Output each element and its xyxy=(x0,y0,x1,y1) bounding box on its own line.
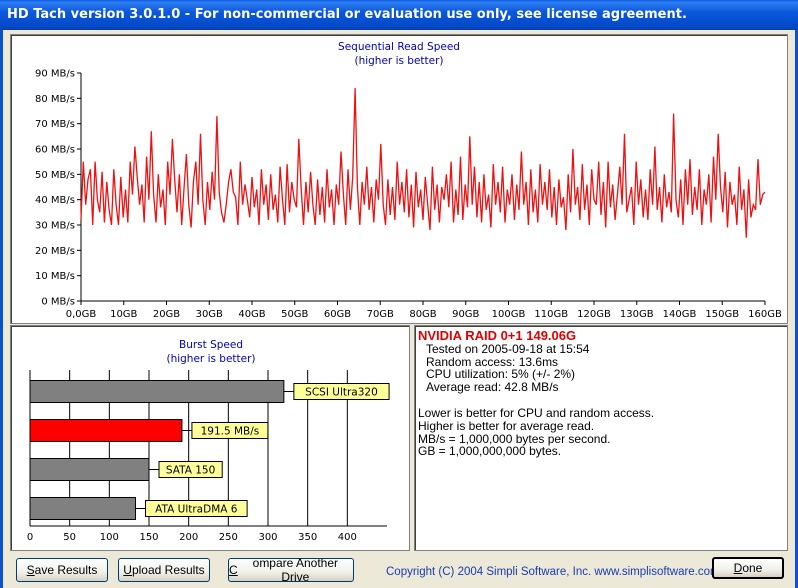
seq-x-tick-label: 90GB xyxy=(452,309,479,320)
done-label: one xyxy=(742,561,763,575)
burst-bar-label: SATA 150 xyxy=(166,465,215,477)
save-mnemonic: S xyxy=(26,563,35,577)
burst-speed-chart: Burst Speed (higher is better) 0 50 100 150… xyxy=(27,339,390,543)
seq-y-tick-label: 50 MB/s xyxy=(35,170,75,181)
burst-chart-subtitle: (higher is better) xyxy=(166,353,255,365)
burst-x-tick-label: 350 xyxy=(298,532,317,543)
seq-y-tick-label: 0 MB/s xyxy=(41,297,75,308)
burst-bar xyxy=(29,458,150,481)
drive-name: NVIDIA RAID 0+1 149.06G xyxy=(418,328,577,343)
seq-y-tick-label: 70 MB/s xyxy=(35,119,75,130)
burst-chart-panel: Burst Speed (higher is better) 0 50 100 150… xyxy=(10,325,410,551)
seq-x-tick-label: 120GB xyxy=(577,309,611,320)
seq-chart-subtitle: (higher is better) xyxy=(354,55,443,67)
note-avg: Higher is better for average read. xyxy=(418,418,595,433)
seq-x-tick-label: 100GB xyxy=(492,309,526,320)
seq-x-tick-label: 110GB xyxy=(534,309,568,320)
seq-x-tick-label: 50GB xyxy=(281,309,308,320)
burst-bar-label: 191.5 MB/s xyxy=(201,426,260,438)
drive-info: NVIDIA RAID 0+1 149.06G Tested on 2005-0… xyxy=(418,328,655,459)
seq-y-tick-label: 60 MB/s xyxy=(35,145,75,156)
seq-y-tick-label: 40 MB/s xyxy=(35,195,75,206)
burst-bar xyxy=(29,419,183,442)
done-mnemonic: D xyxy=(733,561,743,575)
seq-x-tick-label: 80GB xyxy=(409,309,436,320)
burst-x-tick-label: 400 xyxy=(338,532,357,543)
burst-x-tick-label: 200 xyxy=(179,532,198,543)
seq-x-tick-label: 160GB xyxy=(748,309,782,320)
burst-bar-label: SCSI Ultra320 xyxy=(305,387,378,399)
seq-read-series-line xyxy=(80,88,766,238)
seq-x-tick-label: 130GB xyxy=(620,309,654,320)
compare-drive-button[interactable]: Compare Another Drive xyxy=(228,556,354,584)
note-cpu: Lower is better for CPU and random acces… xyxy=(418,405,655,420)
seq-x-tick-label: 10GB xyxy=(110,309,137,320)
sequential-read-chart: Sequential Read Speed (higher is better)… xyxy=(35,41,782,320)
seq-x-tick-label: 30GB xyxy=(196,309,223,320)
seq-y-tick-label: 20 MB/s xyxy=(35,246,75,257)
seq-x-tick-label: 0,0GB xyxy=(66,309,97,320)
upload-label: pload Results xyxy=(131,563,205,577)
burst-x-tick-label: 250 xyxy=(219,532,238,543)
seq-x-tick-label: 40GB xyxy=(238,309,265,320)
burst-bar xyxy=(29,380,285,403)
seq-x-tick-label: 60GB xyxy=(324,309,351,320)
compare-label: ompare Another Drive xyxy=(252,556,339,584)
seq-chart-title: Sequential Read Speed xyxy=(338,41,460,53)
burst-x-tick-label: 0 xyxy=(27,532,33,543)
upload-mnemonic: U xyxy=(123,563,132,577)
tested-on: Tested on 2005-09-18 at 15:54 xyxy=(426,341,590,356)
seq-x-tick-label: 150GB xyxy=(705,309,739,320)
burst-x-tick-label: 100 xyxy=(100,532,119,543)
burst-x-tick-label: 300 xyxy=(258,532,277,543)
seq-y-tick-label: 90 MB/s xyxy=(35,69,75,80)
burst-chart-title: Burst Speed xyxy=(179,339,243,351)
compare-mnemonic: C xyxy=(229,563,238,577)
sequential-chart-panel: Sequential Read Speed (higher is better)… xyxy=(10,34,788,324)
save-results-button[interactable]: Save Results xyxy=(16,558,108,582)
seq-y-tick-label: 80 MB/s xyxy=(35,94,75,105)
save-label: ave Results xyxy=(34,563,98,577)
burst-x-tick-label: 50 xyxy=(63,532,76,543)
seq-x-tick-label: 70GB xyxy=(367,309,394,320)
note-gb: GB = 1,000,000,000 bytes. xyxy=(418,444,562,459)
burst-x-tick-label: 150 xyxy=(139,532,158,543)
seq-x-tick-label: 140GB xyxy=(663,309,697,320)
done-button[interactable]: Done xyxy=(712,557,784,579)
window-title: HD Tach version 3.0.1.0 - For non-commer… xyxy=(0,0,798,30)
seq-x-tick-label: 20GB xyxy=(153,309,180,320)
burst-bar-label: ATA UltraDMA 6 xyxy=(155,504,238,516)
copyright-text: Copyright (C) 2004 Simpli Software, Inc.… xyxy=(386,566,720,578)
average-read: Average read: 42.8 MB/s xyxy=(426,380,559,395)
burst-bar xyxy=(29,497,137,520)
seq-y-tick-label: 10 MB/s xyxy=(35,271,75,282)
upload-results-button[interactable]: Upload Results xyxy=(118,558,210,582)
seq-y-tick-label: 30 MB/s xyxy=(35,221,75,232)
